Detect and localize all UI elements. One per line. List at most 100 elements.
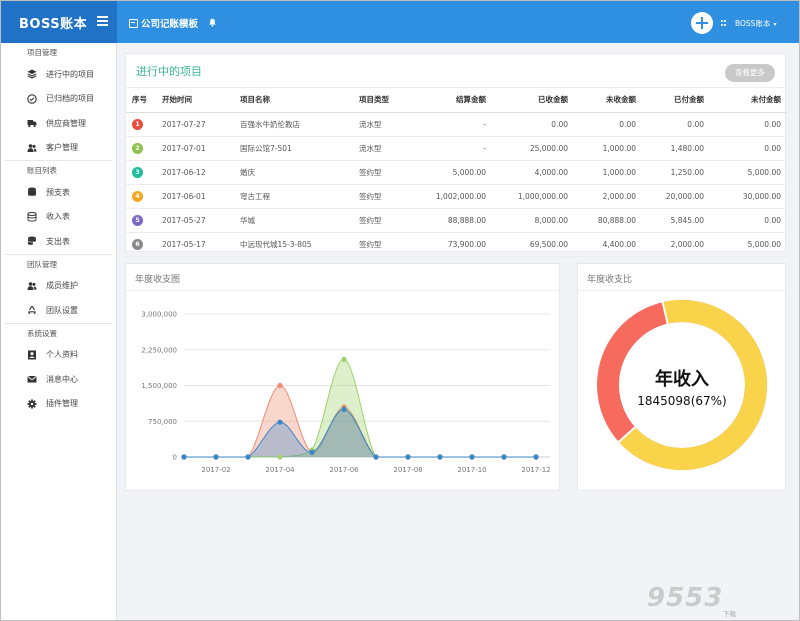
table-cell: 1,002,000.00 — [415, 184, 492, 209]
table-cell: 签约型 — [359, 232, 415, 257]
column-header: 项目名称 — [240, 88, 359, 113]
panel-header: 年度收支图 — [126, 264, 559, 291]
x-tick-label: 2017-04 — [265, 466, 295, 474]
table-cell: 流水型 — [359, 112, 415, 137]
row-index-cell: 6 — [126, 232, 162, 257]
database-icon — [27, 187, 37, 197]
panel-header: 进行中的项目 查看更多 — [126, 54, 785, 88]
sidebar-item-expense-table[interactable]: 支出表 — [1, 229, 116, 254]
sidebar-item-advance-table[interactable]: 预支表 — [1, 180, 116, 205]
truck-icon — [27, 118, 37, 128]
x-tick-label: 2017-12 — [521, 466, 550, 474]
brand-name: BOSS账本 — [19, 16, 88, 32]
sidebar-item-profile[interactable]: 个人资料 — [1, 343, 116, 368]
check-circle-icon — [27, 94, 37, 104]
y-tick-label: 1,500,000 — [141, 382, 177, 390]
table-row[interactable]: 2 2017-07-01 国际公馆7-501 流水型 -25,000.00 1,000.0… — [126, 136, 787, 161]
sidebar-item-active-projects[interactable]: 进行中的项目 — [1, 62, 116, 87]
table-row[interactable]: 1 2017-07-27 百强水牛奶伦教店 流水型 -0.00 0.00 0.00 0.00 — [126, 112, 787, 137]
table-cell: 4,000.00 — [492, 160, 574, 185]
data-point-series-2 — [373, 454, 379, 460]
recycle-icon — [27, 305, 37, 315]
sidebar-item-plugins[interactable]: 插件管理 — [1, 392, 116, 417]
table-cell: 签约型 — [359, 208, 415, 233]
user-name: BOSS账本 — [735, 19, 771, 28]
table-row[interactable]: 3 2017-06-12 婚庆 签约型 5,000.00 4,000.00 1,000.00… — [126, 160, 787, 185]
sidebar-item-label: 已归档的项目 — [46, 94, 94, 104]
sidebar-item-label: 收入表 — [46, 212, 70, 222]
table-row[interactable]: 4 2017-06-01 穹古工程 签约型 1,002,000.00 1,000,000.… — [126, 184, 787, 209]
user-menu[interactable]: BOSS账本 ▾ — [735, 18, 776, 29]
table-cell: 5,000.00 — [710, 232, 787, 257]
data-point-series-0 — [277, 382, 283, 389]
envelope-icon — [27, 374, 37, 384]
data-point-series-1 — [277, 454, 283, 460]
sidebar-item-archived-projects[interactable]: 已归档的项目 — [1, 87, 116, 112]
data-point-series-2 — [181, 454, 187, 460]
table-cell: 0.00 — [710, 208, 787, 233]
active-projects-panel: 进行中的项目 查看更多 序号 开始时间 项目名称 项目类型 结算金额 已收金额 … — [125, 53, 787, 257]
database-icon — [27, 236, 37, 246]
income-ratio-donut: 年收入 1845098(67%) — [597, 300, 767, 470]
row-index-cell: 2 — [126, 136, 162, 161]
data-point-series-2 — [277, 419, 283, 425]
table-cell: 1,000,000.00 — [492, 184, 574, 209]
data-point-series-2 — [245, 454, 251, 460]
database-icon — [27, 211, 37, 222]
table-cell: 1,480.00 — [642, 136, 710, 161]
book-switcher[interactable]: 公司记账模板 — [129, 16, 198, 30]
table-cell: 4,400.00 — [574, 232, 642, 257]
row-index-cell: 3 — [126, 160, 162, 185]
sidebar-item-customers[interactable]: 客户管理 — [1, 136, 116, 161]
table-cell: 中远现代城15-3-805 — [240, 232, 359, 257]
sidebar-item-label: 支出表 — [46, 236, 70, 246]
sidebar-item-label: 客户管理 — [46, 143, 78, 153]
data-point-series-2 — [469, 454, 475, 460]
sidebar-item-messages[interactable]: 消息中心 — [1, 367, 116, 392]
view-more-button[interactable]: 查看更多 — [725, 64, 775, 82]
sidebar-section-title: 系统设置 — [27, 328, 57, 338]
table-cell: 流水型 — [359, 136, 415, 161]
row-number-badge: 6 — [132, 238, 143, 250]
table-cell: 1,000.00 — [574, 160, 642, 185]
table-cell: 2,000.00 — [574, 184, 642, 209]
panel-header: 年度收支比 — [578, 264, 785, 291]
sidebar-item-label: 个人资料 — [46, 350, 78, 360]
table-cell: 签约型 — [359, 160, 415, 185]
watermark-logo: 9553 — [647, 583, 724, 613]
book-title: 公司记账模板 — [141, 19, 199, 30]
y-tick-label: 3,000,000 — [141, 311, 177, 319]
table-cell: 2,000.00 — [642, 232, 710, 257]
table-cell: 0.00 — [492, 112, 574, 137]
table-cell: 8,000.00 — [492, 208, 574, 233]
x-tick-label: 2017-10 — [457, 466, 486, 474]
sidebar-item-income-table[interactable]: 收入表 — [1, 205, 116, 230]
sidebar: 项目管理 进行中的项目 已归档的项目 供应商管理 客户管理 账目列表 预支表 收… — [1, 43, 117, 620]
table-row[interactable]: 6 2017-05-17 中远现代城15-3-805 签约型 73,900.00 69,5… — [126, 232, 787, 257]
sidebar-item-label: 进行中的项目 — [46, 69, 94, 79]
table-row[interactable]: 5 2017-05-27 华城 签约型 88,888.00 8,000.00 80,888.… — [126, 208, 787, 233]
data-point-series-1 — [341, 356, 347, 362]
table-cell: 73,900.00 — [415, 232, 492, 257]
table-cell: 69,500.00 — [492, 232, 574, 257]
menu-toggle-icon[interactable] — [97, 16, 108, 26]
column-header: 项目类型 — [359, 88, 415, 113]
data-point-series-2 — [213, 454, 219, 460]
users-icon — [27, 143, 37, 153]
table-cell: 2017-07-01 — [162, 136, 240, 161]
add-button[interactable] — [691, 12, 713, 34]
table-cell: 2017-05-17 — [162, 232, 240, 257]
id-card-icon — [27, 350, 37, 360]
row-number-badge: 5 — [132, 214, 143, 226]
bell-icon[interactable] — [208, 18, 217, 27]
data-point-series-2 — [437, 454, 443, 460]
sidebar-item-suppliers[interactable]: 供应商管理 — [1, 111, 116, 136]
data-point-series-2 — [309, 449, 315, 455]
sidebar-item-members[interactable]: 成员维护 — [1, 274, 116, 299]
column-header: 开始时间 — [162, 88, 240, 113]
table-cell: 2017-06-12 — [162, 160, 240, 185]
sidebar-item-team-settings[interactable]: 团队设置 — [1, 298, 116, 323]
row-number-badge: 4 — [132, 190, 143, 202]
apps-icon[interactable] — [721, 20, 727, 26]
column-header: 未收金额 — [574, 88, 642, 113]
